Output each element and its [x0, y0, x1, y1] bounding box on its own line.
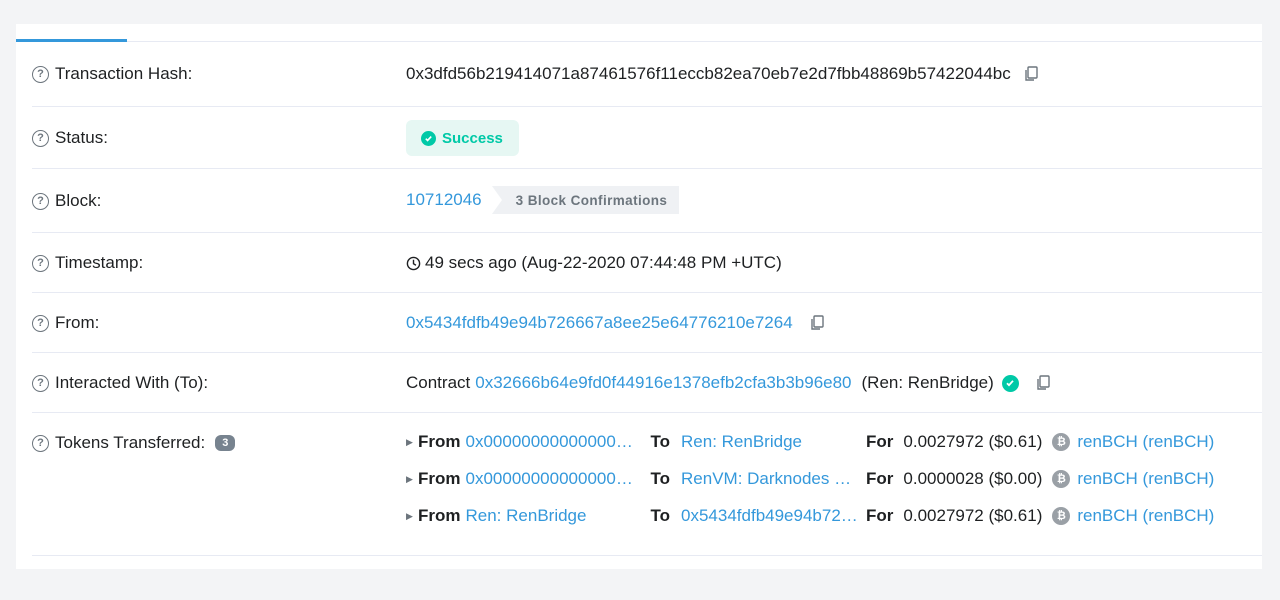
row-transaction-hash: ? Transaction Hash: 0x3dfd56b219414071a8…: [32, 42, 1262, 107]
transfer-amount: 0.0000028 ($0.00): [903, 469, 1043, 488]
transaction-details-card: ? Transaction Hash: 0x3dfd56b219414071a8…: [16, 24, 1262, 569]
row-block: ? Block: 10712046 3 Block Confirmations: [32, 169, 1262, 233]
transfer-to-link[interactable]: Ren: RenBridge: [681, 432, 859, 452]
timestamp-value-group: 49 secs ago (Aug-22-2020 07:44:48 PM +UT…: [406, 253, 782, 273]
tx-hash-value-group: 0x3dfd56b219414071a87461576f11eccb82ea70…: [406, 64, 1039, 84]
from-keyword: From: [418, 469, 461, 488]
question-circle-icon[interactable]: ?: [32, 314, 49, 332]
transfer-from-link[interactable]: 0x00000000000000000000000000000000000000…: [466, 432, 642, 452]
contract-prefix: Contract: [406, 373, 471, 392]
tokens-count-badge: 3: [215, 435, 236, 451]
for-keyword: For: [866, 432, 894, 451]
for-keyword: For: [866, 506, 894, 525]
status-text: Success: [442, 129, 503, 147]
status-value-group: Success: [406, 120, 519, 156]
timestamp-label: Timestamp:: [55, 253, 144, 272]
interacted-label-group: ? Interacted With (To):: [32, 373, 208, 393]
token-transfer-row: ▶ From 0x0000000000000000000000000000000…: [406, 430, 1262, 454]
row-interacted-with: ? Interacted With (To): Contract 0x32666…: [32, 353, 1262, 413]
row-status: ? Status: Success: [32, 107, 1262, 169]
tx-hash-value: 0x3dfd56b219414071a87461576f11eccb82ea70…: [406, 64, 1011, 83]
verified-check-icon: [1001, 374, 1019, 392]
block-label: Block:: [55, 191, 102, 210]
check-circle-icon: [421, 130, 436, 146]
transfer-to-link[interactable]: 0x5434fdfb49e94b726667a8ee25e64776210e72…: [681, 506, 859, 526]
transfer-from-link[interactable]: Ren: RenBridge: [466, 506, 642, 526]
token-link[interactable]: renBCH (renBCH): [1077, 432, 1214, 452]
copy-icon[interactable]: [1023, 66, 1039, 82]
tx-hash-label: Transaction Hash:: [55, 64, 193, 83]
copy-icon[interactable]: [1035, 375, 1051, 391]
clock-icon: [406, 256, 421, 270]
bitcoin-icon: ₿: [1052, 470, 1071, 488]
row-from: ? From: 0x5434fdfb49e94b726667a8ee25e647…: [32, 293, 1262, 353]
from-address-link[interactable]: 0x5434fdfb49e94b726667a8ee25e64776210e72…: [406, 313, 793, 333]
question-circle-icon[interactable]: ?: [32, 192, 49, 210]
interacted-label: Interacted With (To):: [55, 373, 209, 392]
tab-bar: [16, 24, 1262, 42]
token-transfer-row: ▶ From Ren: RenBridge To 0x5434fdfb49e94…: [406, 504, 1262, 528]
contract-name: (Ren: RenBridge): [861, 373, 994, 392]
status-label-group: ? Status:: [32, 128, 108, 148]
tokens-label-group: ? Tokens Transferred: 3: [32, 433, 236, 453]
contract-address-link[interactable]: 0x32666b64e9fd0f44916e1378efb2cfa3b3b96e…: [475, 373, 851, 393]
bitcoin-icon: ₿: [1052, 433, 1071, 451]
question-circle-icon[interactable]: ?: [32, 374, 49, 392]
from-keyword: From: [418, 506, 461, 525]
status-badge: Success: [406, 120, 519, 156]
question-circle-icon[interactable]: ?: [32, 129, 49, 147]
copy-icon[interactable]: [809, 315, 825, 331]
timestamp-value: 49 secs ago (Aug-22-2020 07:44:48 PM +UT…: [425, 253, 782, 272]
from-label: From:: [55, 313, 100, 332]
question-circle-icon[interactable]: ?: [32, 254, 49, 272]
question-circle-icon[interactable]: ?: [32, 65, 49, 83]
block-number-link[interactable]: 10712046: [406, 190, 482, 210]
transfer-from-link[interactable]: 0x00000000000000000000000000000000000000…: [466, 469, 642, 489]
to-keyword: To: [650, 506, 671, 525]
from-value-group: 0x5434fdfb49e94b726667a8ee25e64776210e72…: [406, 313, 825, 333]
row-tokens-transferred: ? Tokens Transferred: 3 ▶ From 0x0000000…: [32, 413, 1262, 556]
status-label: Status:: [55, 128, 108, 147]
transfer-amount: 0.0027972 ($0.61): [903, 432, 1043, 451]
token-transfer-row: ▶ From 0x0000000000000000000000000000000…: [406, 467, 1262, 491]
transfer-to-link[interactable]: RenVM: Darknodes Fee Pool: [681, 469, 859, 489]
interacted-value-group: Contract 0x32666b64e9fd0f44916e1378efb2c…: [406, 373, 1051, 393]
block-value-group: 10712046 3 Block Confirmations: [406, 186, 680, 214]
question-circle-icon[interactable]: ?: [32, 434, 49, 452]
block-label-group: ? Block:: [32, 191, 101, 211]
token-link[interactable]: renBCH (renBCH): [1077, 506, 1214, 526]
caret-right-icon[interactable]: ▶: [406, 437, 418, 448]
transfer-amount: 0.0027972 ($0.61): [903, 506, 1043, 525]
for-keyword: For: [866, 469, 894, 488]
confirmations-badge: 3 Block Confirmations: [491, 186, 680, 214]
tx-hash-label-group: ? Transaction Hash:: [32, 64, 192, 84]
to-keyword: To: [650, 469, 671, 488]
caret-right-icon[interactable]: ▶: [406, 474, 418, 485]
caret-right-icon[interactable]: ▶: [406, 511, 418, 522]
timestamp-label-group: ? Timestamp:: [32, 253, 143, 273]
to-keyword: To: [650, 432, 671, 451]
token-link[interactable]: renBCH (renBCH): [1077, 469, 1214, 489]
tokens-label: Tokens Transferred:: [55, 433, 206, 452]
from-label-group: ? From:: [32, 313, 99, 333]
bitcoin-icon: ₿: [1052, 507, 1071, 525]
row-timestamp: ? Timestamp: 49 secs ago (Aug-22-2020 07…: [32, 233, 1262, 293]
from-keyword: From: [418, 432, 461, 451]
